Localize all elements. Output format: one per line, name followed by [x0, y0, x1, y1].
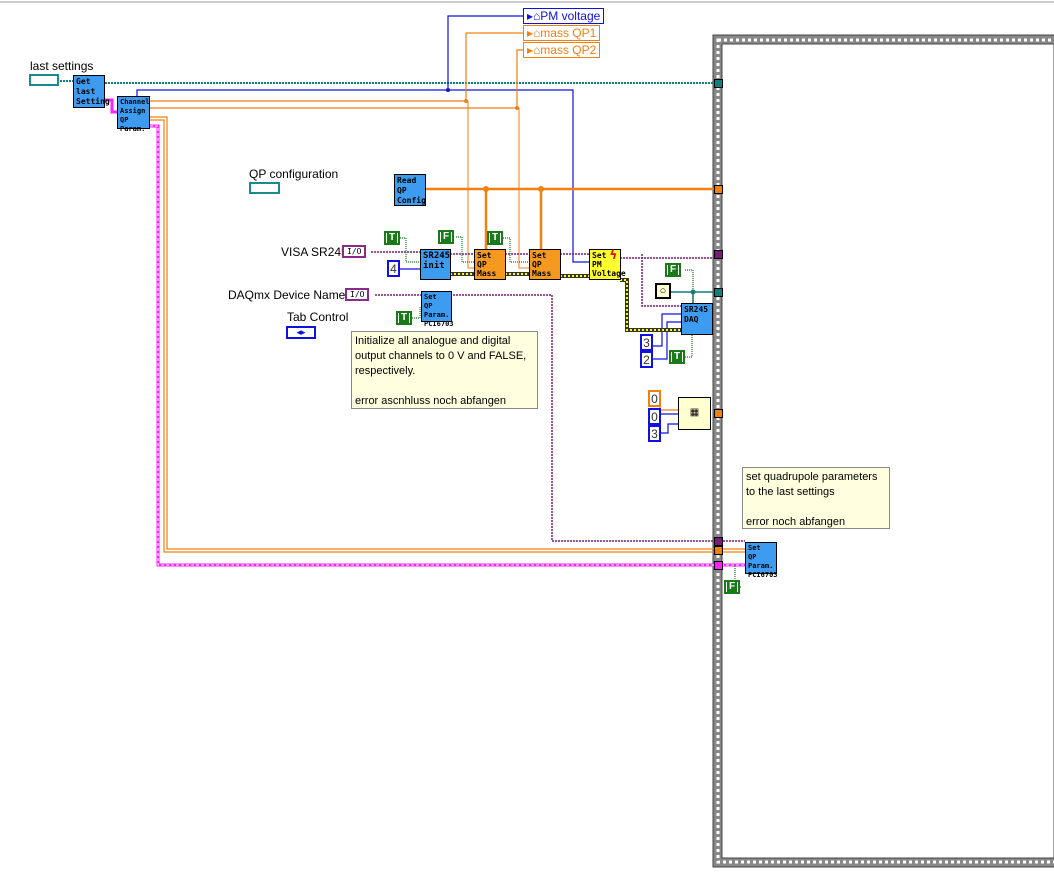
wire-layer	[0, 1, 1054, 868]
tunnel-teal-2	[714, 288, 723, 297]
daqmx-device-control[interactable]: I/O	[345, 288, 370, 301]
tunnel-orange-2	[714, 409, 723, 418]
mass-qp1-indicator[interactable]: ▸⌂mass QP1	[523, 25, 601, 41]
tab-control-label: Tab Control	[287, 310, 349, 324]
pm-voltage-label: PM voltage	[540, 9, 601, 23]
daqmx-device-label: DAQmx Device Name	[228, 288, 346, 302]
numeric-constant[interactable]: 3	[648, 425, 661, 442]
true-constant[interactable]: T	[384, 231, 400, 245]
set-pm-voltage-node[interactable]: Set PM Voltage ϟ	[589, 248, 626, 280]
last-settings-control[interactable]	[29, 74, 59, 86]
sr245-daq-node[interactable]: SR245 DAQ	[681, 303, 713, 335]
pm-voltage-indicator[interactable]: ▸⌂PM voltage	[523, 8, 605, 24]
numeric-constant[interactable]: 4	[387, 260, 400, 277]
tab-control-terminal[interactable]: ◂▸	[286, 326, 316, 339]
set-qp-param-node-1[interactable]: Set QP Param. PCI6703	[421, 291, 454, 328]
true-constant[interactable]: T	[396, 311, 412, 325]
false-constant[interactable]: F	[665, 263, 681, 277]
numeric-constant[interactable]: 2	[640, 351, 653, 368]
numeric-constant[interactable]: 0	[648, 390, 661, 407]
true-constant[interactable]: T	[487, 231, 503, 245]
visa-sr245-control[interactable]: I/O	[342, 245, 367, 258]
tunnel-purple-2	[714, 537, 723, 546]
qp-configuration-label: QP configuration	[249, 167, 339, 181]
tunnel-teal	[714, 79, 723, 88]
last-settings-label: last settings	[30, 59, 94, 73]
set-qp-mass-node-2[interactable]: Set QP Mass	[529, 249, 561, 280]
numeric-constant[interactable]: 0	[648, 408, 661, 425]
numeric-constant[interactable]: 3	[640, 334, 653, 351]
tunnel-purple	[714, 250, 723, 259]
sequence-frame	[712, 34, 1054, 868]
true-constant[interactable]: T	[669, 350, 685, 364]
false-constant[interactable]: F	[438, 230, 454, 244]
mass-qp2-indicator[interactable]: ▸⌂mass QP2	[523, 42, 601, 58]
high-voltage-icon: ϟ	[609, 248, 617, 262]
qp-configuration-control[interactable]	[249, 182, 280, 194]
sr245-init-node[interactable]: SR245 init	[420, 249, 451, 280]
mass-qp1-label: mass QP1	[540, 26, 597, 40]
channel-assign-node[interactable]: Channel Assign QP Param.	[117, 96, 150, 133]
set-qp-mass-node-1[interactable]: Set QP Mass	[474, 249, 506, 280]
read-qp-config-node[interactable]: Read QP Config	[394, 174, 426, 206]
build-array-node[interactable]: ▦	[678, 397, 711, 430]
stop-constant[interactable]: ○	[655, 283, 671, 299]
tunnel-pink	[714, 561, 723, 570]
set-qp-comment: set quadrupole parameters to the last se…	[742, 467, 890, 529]
get-last-setting-node[interactable]: Get last Setting	[73, 75, 110, 108]
tunnel-orange	[714, 185, 723, 194]
tunnel-orange-3	[714, 546, 723, 555]
mass-qp2-label: mass QP2	[540, 43, 597, 57]
false-constant[interactable]: F	[724, 580, 740, 594]
set-qp-param-node-2[interactable]: Set QP Param. PCI6703	[745, 542, 778, 579]
init-comment: Initialize all analogue and digital outp…	[351, 331, 538, 409]
visa-sr245-label: VISA SR245	[281, 245, 348, 259]
